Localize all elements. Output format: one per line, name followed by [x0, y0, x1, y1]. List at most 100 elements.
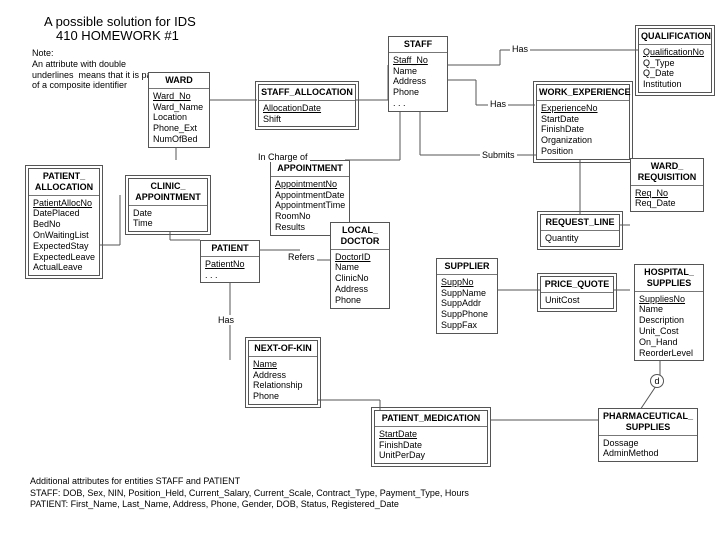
entity-patient: PATIENT PatientNo . . . — [200, 240, 260, 283]
ward-title: WARD — [149, 73, 209, 89]
work-experience-title: WORK_EXPERIENCE — [537, 85, 629, 101]
request-line-title: REQUEST_LINE — [541, 215, 619, 231]
staff-allocation-title: STAFF_ALLOCATION — [259, 85, 355, 101]
hospital-supplies-attr: SuppliesNo — [639, 294, 699, 305]
label-refers: Refers — [286, 252, 317, 262]
ward-attr: Location — [153, 112, 205, 123]
entity-next-of-kin: NEXT-OF-KIN Name Address Relationship Ph… — [248, 340, 318, 405]
patient-attr: PatientNo — [205, 259, 255, 270]
work-experience-attr: StartDate — [541, 114, 625, 125]
footer: Additional attributes for entities STAFF… — [30, 476, 469, 511]
entity-pharmaceutical-supplies: PHARMACEUTICAL_ SUPPLIES Dossage AdminMe… — [598, 408, 698, 462]
next-of-kin-attr: Relationship — [253, 380, 313, 391]
entity-staff: STAFF Staff_No Name Address Phone . . . — [388, 36, 448, 112]
qualification-attr: Q_Date — [643, 68, 707, 79]
staff-attr: Name — [393, 66, 443, 77]
price-quote-attr: UnitCost — [545, 295, 609, 306]
clinic-appointment-attr: Date — [133, 208, 203, 219]
entity-local-doctor: LOCAL_ DOCTOR DoctorID Name ClinicNo Add… — [330, 222, 390, 309]
note-text: Note: An attribute with double underline… — [32, 48, 157, 91]
local-doctor-attr: Name — [335, 262, 385, 273]
local-doctor-attr: DoctorID — [335, 252, 385, 263]
entity-ward-requisition: WARD_ REQUISITION Req_No Req_Date — [630, 158, 704, 212]
appointment-attr: AppointmentDate — [275, 190, 345, 201]
label-has: Has — [510, 44, 530, 54]
hospital-supplies-title: HOSPITAL_ SUPPLIES — [635, 265, 703, 292]
entity-hospital-supplies: HOSPITAL_ SUPPLIES SuppliesNo Name Descr… — [634, 264, 704, 361]
request-line-attr: Quantity — [545, 233, 615, 244]
staff-attr: Phone — [393, 87, 443, 98]
qualification-attr: Q_Type — [643, 58, 707, 69]
patient-allocation-title: PATIENT_ ALLOCATION — [29, 169, 99, 196]
ward-attr: Phone_Ext — [153, 123, 205, 134]
appointment-attr: AppointmentNo — [275, 179, 345, 190]
hospital-supplies-attr: ReorderLevel — [639, 348, 699, 359]
ward-attr: Ward_No — [153, 91, 205, 102]
entity-price-quote: PRICE_QUOTE UnitCost — [540, 276, 614, 309]
next-of-kin-attr: Name — [253, 359, 313, 370]
footer-line1: Additional attributes for entities STAFF… — [30, 476, 469, 488]
pharmaceutical-supplies-title: PHARMACEUTICAL_ SUPPLIES — [599, 409, 697, 436]
patient-allocation-attr: ExpectedLeave — [33, 252, 95, 263]
qualification-attr: Institution — [643, 79, 707, 90]
staff-allocation-attr: Shift — [263, 114, 351, 125]
staff-title: STAFF — [389, 37, 447, 53]
patient-attr: . . . — [205, 270, 255, 281]
clinic-appointment-title: CLINIC_ APPOINTMENT — [129, 179, 207, 206]
local-doctor-attr: ClinicNo — [335, 273, 385, 284]
local-doctor-attr: Address — [335, 284, 385, 295]
pharmaceutical-supplies-attr: Dossage — [603, 438, 693, 449]
supplier-attr: SuppName — [441, 288, 493, 299]
entity-clinic-appointment: CLINIC_ APPOINTMENT Date Time — [128, 178, 208, 232]
label-submits: Submits — [480, 150, 517, 160]
title-line1: A possible solution for IDS — [44, 14, 196, 29]
appointment-attr: RoomNo — [275, 211, 345, 222]
work-experience-attr: FinishDate — [541, 124, 625, 135]
work-experience-attr: Organization — [541, 135, 625, 146]
patient-medication-attr: FinishDate — [379, 440, 483, 451]
hospital-supplies-attr: Unit_Cost — [639, 326, 699, 337]
entity-work-experience: WORK_EXPERIENCE ExperienceNo StartDate F… — [536, 84, 630, 160]
next-of-kin-attr: Address — [253, 370, 313, 381]
ward-requisition-attr: Req_No — [635, 188, 699, 199]
staff-allocation-attr: AllocationDate — [263, 103, 351, 114]
local-doctor-title: LOCAL_ DOCTOR — [331, 223, 389, 250]
appointment-title: APPOINTMENT — [271, 161, 349, 177]
patient-medication-attr: StartDate — [379, 429, 483, 440]
ward-requisition-attr: Req_Date — [635, 198, 699, 209]
patient-allocation-attr: ActualLeave — [33, 262, 95, 273]
ward-attr: Ward_Name — [153, 102, 205, 113]
title-line2: 410 HOMEWORK #1 — [56, 28, 179, 43]
patient-allocation-attr: BedNo — [33, 219, 95, 230]
entity-request-line: REQUEST_LINE Quantity — [540, 214, 620, 247]
next-of-kin-title: NEXT-OF-KIN — [249, 341, 317, 357]
pharmaceutical-supplies-attr: AdminMethod — [603, 448, 693, 459]
entity-supplier: SUPPLIER SuppNo SuppName SuppAddr SuppPh… — [436, 258, 498, 334]
entity-ward: WARD Ward_No Ward_Name Location Phone_Ex… — [148, 72, 210, 148]
price-quote-title: PRICE_QUOTE — [541, 277, 613, 293]
patient-allocation-attr: DatePlaced — [33, 208, 95, 219]
patient-allocation-attr: PatientAllocNo — [33, 198, 95, 209]
entity-patient-allocation: PATIENT_ ALLOCATION PatientAllocNo DateP… — [28, 168, 100, 276]
qualification-attr: QualificationNo — [643, 47, 707, 58]
patient-medication-title: PATIENT_MEDICATION — [375, 411, 487, 427]
label-in-charge: In Charge of — [256, 152, 310, 162]
work-experience-attr: Position — [541, 146, 625, 157]
work-experience-attr: ExperienceNo — [541, 103, 625, 114]
ward-attr: NumOfBed — [153, 134, 205, 145]
supplier-attr: SuppNo — [441, 277, 493, 288]
next-of-kin-attr: Phone — [253, 391, 313, 402]
hospital-supplies-attr: Description — [639, 315, 699, 326]
ward-requisition-title: WARD_ REQUISITION — [631, 159, 703, 186]
hospital-supplies-attr: On_Hand — [639, 337, 699, 348]
patient-allocation-attr: OnWaitingList — [33, 230, 95, 241]
supplier-attr: SuppAddr — [441, 298, 493, 309]
footer-line3: PATIENT: First_Name, Last_Name, Address,… — [30, 499, 469, 511]
local-doctor-attr: Phone — [335, 295, 385, 306]
staff-attr: Staff_No — [393, 55, 443, 66]
label-d-circle: d — [650, 374, 664, 388]
patient-medication-attr: UnitPerDay — [379, 450, 483, 461]
label-has: Has — [216, 315, 236, 325]
qualification-title: QUALIFICATION — [639, 29, 711, 45]
supplier-title: SUPPLIER — [437, 259, 497, 275]
